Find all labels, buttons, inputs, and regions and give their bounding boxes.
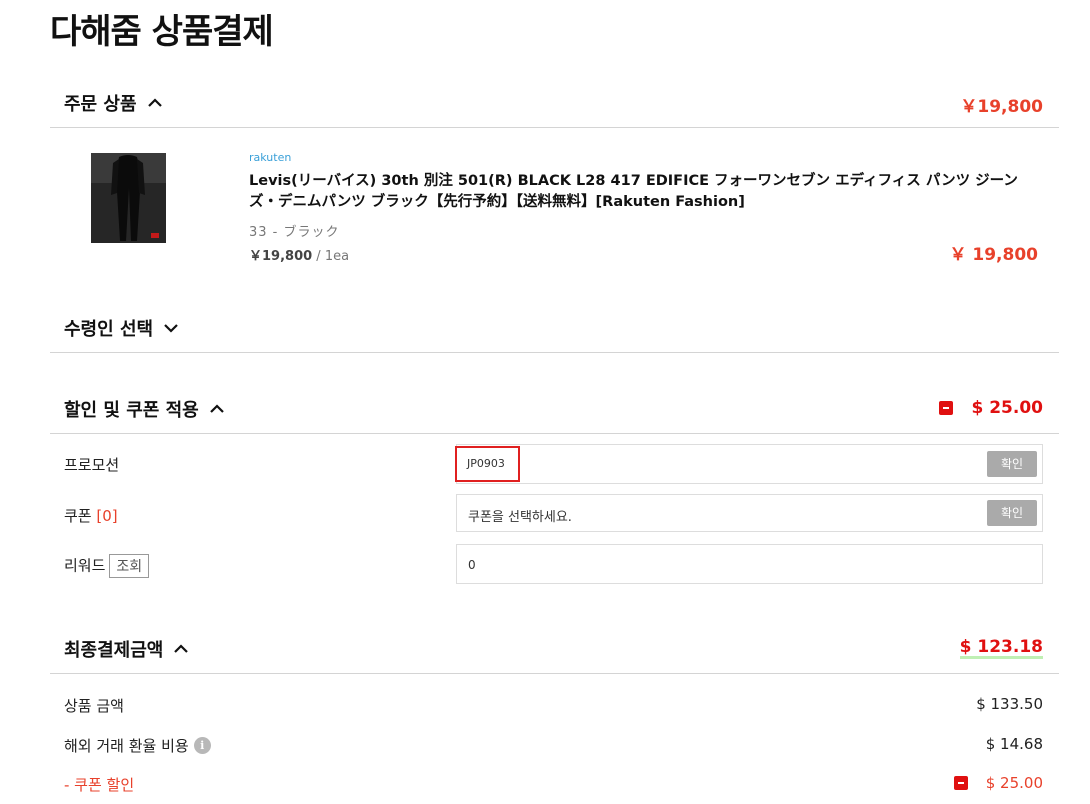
promotion-confirm-button[interactable]: 확인 [987,451,1037,477]
discount-section-header[interactable]: 할인 및 쿠폰 적용 $ 25.00 [50,382,1059,434]
product-amount-label: 상품 금액 [64,697,124,715]
discount-section-title: 할인 및 쿠폰 적용 [64,400,199,421]
final-section-header[interactable]: 최종결제금액 $ 123.18 [50,622,1059,674]
chevron-up-icon[interactable] [147,95,163,111]
coupon-discount-value: $ 25.00 [985,774,1043,792]
fx-fee-value: $ 14.68 [985,735,1043,753]
fx-fee-label: 해외 거래 환율 비용 i [64,735,211,756]
minus-icon [953,776,968,790]
final-total: $ 123.18 [959,637,1043,659]
coupon-label: 쿠폰 [0] [64,505,118,526]
fx-fee-label-text: 해외 거래 환율 비용 [64,737,189,755]
chevron-up-icon[interactable] [209,401,225,417]
coupon-label-text: 쿠폰 [64,507,97,525]
order-section-title: 주문 상품 [64,94,137,115]
chevron-up-icon[interactable] [173,641,189,657]
promotion-label: 프로모션 [64,456,120,474]
discount-total: $ 25.00 [971,398,1043,418]
coupon-select-value: 쿠폰을 선택하세요. [468,510,572,525]
product-seller[interactable]: rakuten [249,151,291,164]
reward-input[interactable]: 0 [456,544,1043,584]
product-image [91,153,166,243]
reward-label: 리워드 조회 [64,554,150,578]
info-icon[interactable]: i [193,737,211,754]
order-total: ￥19,800 [960,97,1043,117]
reward-input-value: 0 [468,558,476,572]
unit-price-value: ￥19,800 [249,249,313,264]
product-unit-price: ￥19,800 / 1ea [249,245,349,264]
coupon-discount-row-value: $ 25.00 [953,774,1043,792]
coupon-discount-label: - 쿠폰 할인 [64,776,135,794]
final-section-title: 최종결제금액 [64,640,164,661]
promotion-field: 확인 [456,444,1043,484]
chevron-down-icon[interactable] [163,320,179,336]
reward-label-text: 리워드 [64,556,106,575]
reward-lookup-button[interactable]: 조회 [109,554,150,578]
quantity: / 1ea [312,249,350,264]
coupon-confirm-button[interactable]: 확인 [987,500,1037,526]
promotion-code-input[interactable]: JP0903 [455,446,520,482]
page-title: 다해줌 상품결제 [50,12,274,52]
levis-logo [151,233,159,238]
minus-icon [939,401,954,415]
product-name[interactable]: Levis(リーバイス) 30th 別注 501(R) BLACK L28 41… [249,171,1044,213]
coupon-select[interactable]: 쿠폰을 선택하세요. 확인 [456,494,1043,532]
recipient-section-header[interactable]: 수령인 선택 [50,301,1059,353]
order-section-header[interactable]: 주문 상품 ￥19,800 [50,76,1059,128]
product-option: 33 - ブラック [249,225,340,240]
coupon-count: [0] [96,507,118,525]
recipient-section-title: 수령인 선택 [64,319,154,340]
product-amount-value: $ 133.50 [976,695,1043,713]
product-total: ￥ 19,800 [949,245,1038,265]
